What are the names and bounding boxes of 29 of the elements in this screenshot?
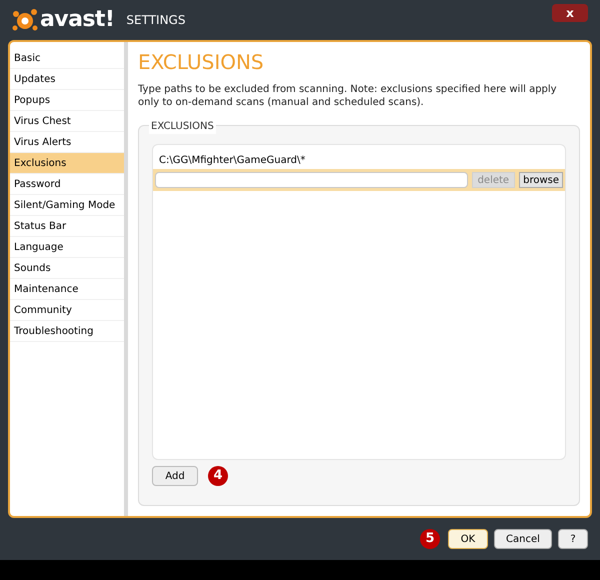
path-entry[interactable]: C:\GG\Mfighter\GameGuard\* (153, 151, 565, 169)
sidebar-item[interactable]: Language (10, 237, 124, 258)
sidebar-item[interactable]: Exclusions (10, 153, 124, 174)
close-button[interactable]: x (552, 4, 588, 22)
sidebar-item[interactable]: Maintenance (10, 279, 124, 300)
dialog-button[interactable]: Cancel (494, 529, 552, 549)
splat-icon (12, 8, 38, 32)
window-title: SETTINGS (126, 12, 186, 29)
sidebar-item[interactable]: Popups (10, 90, 124, 111)
sidebar-item[interactable]: Silent/Gaming Mode (10, 195, 124, 216)
path-input-field[interactable] (155, 172, 468, 188)
sidebar-item[interactable]: Community (10, 300, 124, 321)
callout-number: 4 (208, 466, 228, 486)
sidebar-item[interactable]: Status Bar (10, 216, 124, 237)
page-heading: EXCLUSIONS (138, 50, 265, 75)
sidebar-item[interactable]: Troubleshooting (10, 321, 124, 342)
sidebar-item[interactable]: Updates (10, 69, 124, 90)
dialog-button[interactable]: OK (448, 529, 488, 549)
callout-number: 5 (420, 529, 440, 549)
logo-text: avast! (40, 9, 114, 31)
sidebar-item[interactable]: Sounds (10, 258, 124, 279)
dialog-button[interactable]: ? (558, 529, 588, 549)
add-button[interactable]: Add (152, 466, 198, 486)
browse-button[interactable]: browse (519, 172, 563, 188)
group-title: EXCLUSIONS (149, 119, 216, 134)
sidebar-item[interactable]: Basic (10, 48, 124, 69)
sidebar-item[interactable]: Virus Chest (10, 111, 124, 132)
sidebar-item[interactable]: Password (10, 174, 124, 195)
description-text: Type paths to be excluded from scanning. Note: exclusions specified here will apply only to on-demand scans (manual and scheduled scans). (138, 83, 558, 109)
